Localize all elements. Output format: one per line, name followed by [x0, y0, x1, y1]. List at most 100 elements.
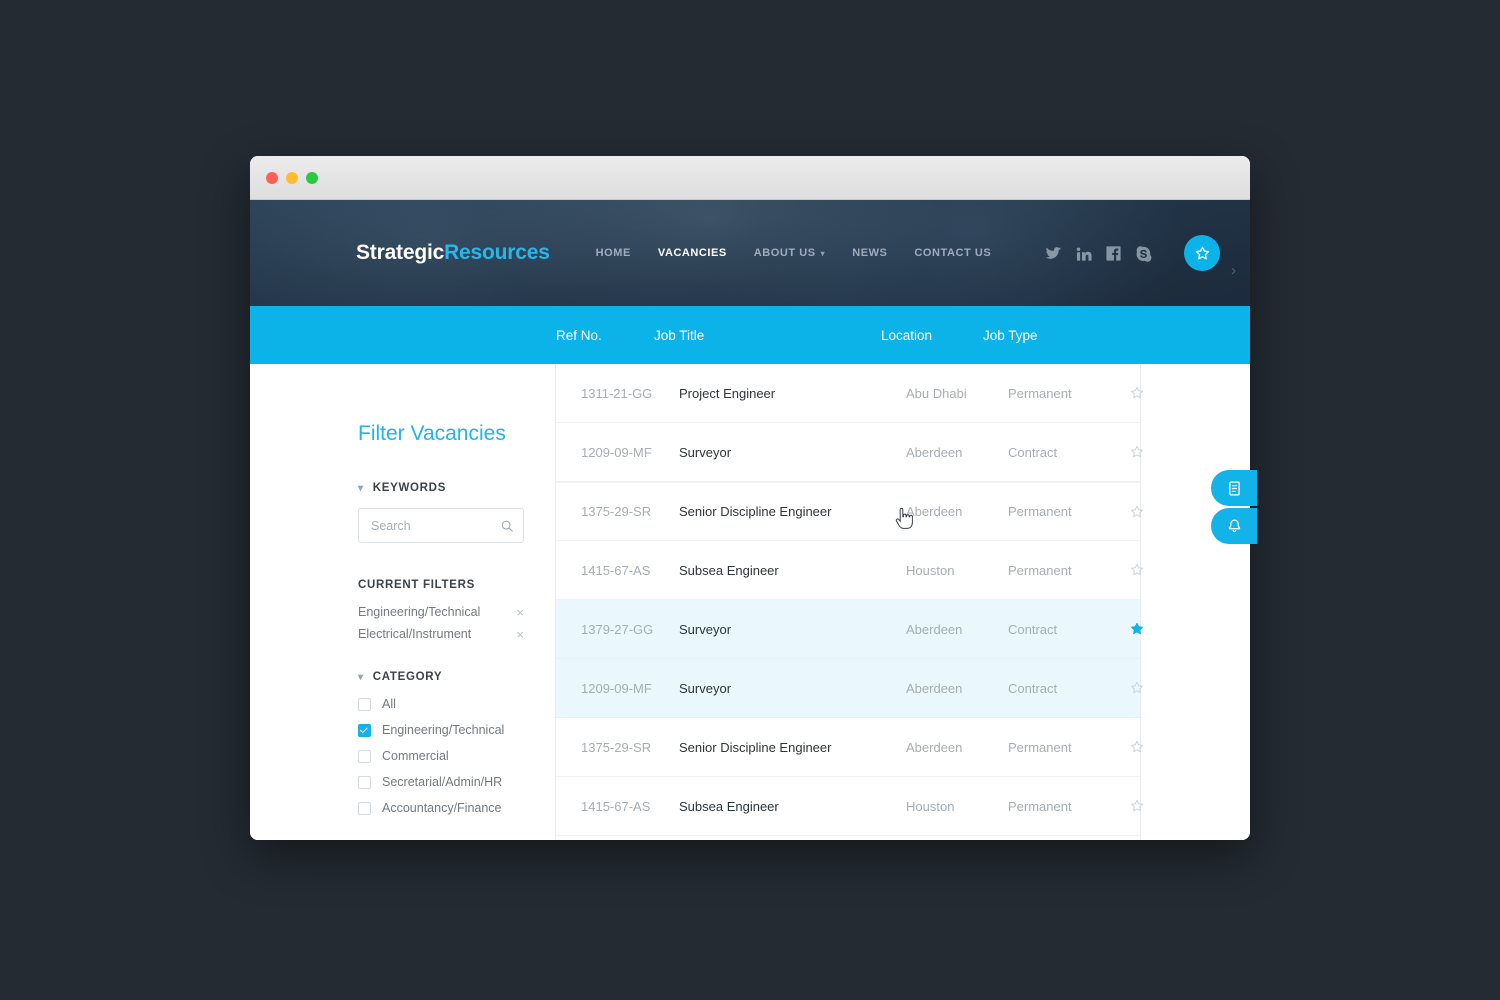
close-window-button[interactable] [266, 171, 278, 184]
favourites-button[interactable] [1184, 235, 1220, 271]
saved-jobs-tab[interactable] [1211, 470, 1257, 506]
checkbox-box[interactable] [358, 775, 371, 789]
cell-job-type: Contract [1008, 680, 1058, 696]
cell-ref-no: 1375-29-SR [581, 739, 652, 755]
cell-job-type: Permanent [1008, 385, 1072, 401]
keyword-search-box [358, 508, 524, 543]
logo-text-secondary: Resources [444, 241, 550, 264]
favourite-star-icon[interactable] [1110, 680, 1164, 696]
cell-job-title: Senior Discipline Engineer [679, 504, 832, 519]
facebook-icon[interactable] [1105, 245, 1122, 262]
site-logo[interactable]: StrategicResources [356, 241, 550, 265]
category-label: Secretarial/Admin/HR [382, 775, 503, 789]
nav-item-about-us[interactable]: ABOUT US ▾ [754, 247, 825, 259]
column-header-ref-no[interactable]: Ref No. [556, 328, 654, 343]
filter-sidebar: Filter Vacancies ▾ KEYWORDS CURRENT FILT… [250, 364, 556, 840]
twitter-icon[interactable] [1045, 245, 1062, 262]
cell-location: Aberdeen [906, 504, 963, 519]
checkbox-box[interactable] [358, 749, 371, 763]
social-links [1045, 235, 1220, 271]
cell-location: Houston [906, 562, 955, 578]
table-right-gutter [1141, 364, 1250, 840]
cell-job-title: Project Engineer [679, 385, 776, 401]
nav-label: CONTACT US [914, 247, 992, 259]
remove-filter-icon[interactable]: × [516, 606, 524, 619]
minimize-window-button[interactable] [286, 171, 298, 184]
cell-job-title: Senior Discipline Engineer [679, 739, 832, 755]
table-row[interactable]: 1415-67-AS Subsea Engineer Houston Perma… [556, 777, 1143, 836]
checkbox-box[interactable] [358, 697, 371, 711]
column-header-location[interactable]: Location [881, 328, 983, 343]
favourite-star-icon[interactable] [1110, 385, 1164, 401]
table-row[interactable]: 1375-29-SR Senior Discipline Engineer Ab… [556, 718, 1143, 777]
search-input[interactable] [359, 509, 523, 542]
favourite-star-icon[interactable] [1110, 562, 1164, 578]
cell-job-title: Subsea Engineer [679, 798, 779, 814]
main-navigation: HOME VACANCIES ABOUT US ▾ NEWS CONTACT US [596, 247, 992, 259]
column-header-job-title[interactable]: Job Title [654, 328, 881, 343]
nav-label: ABOUT US [753, 247, 816, 259]
current-filter-label: Electrical/Instrument [358, 627, 472, 641]
favourite-star-icon[interactable] [1110, 444, 1164, 460]
table-row[interactable]: 1209-09-MF Surveyor Aberdeen Contract [556, 423, 1143, 482]
skype-icon[interactable] [1135, 245, 1152, 262]
carousel-next-arrow[interactable]: › [1231, 263, 1236, 278]
category-label: All [382, 697, 396, 711]
table-row[interactable]: 1209-09-MF Surveyor Aberdeen Contract [556, 659, 1143, 718]
cell-location: Aberdeen [906, 444, 963, 460]
cell-location: Abu Dhabi [906, 385, 967, 401]
category-checkbox-commercial[interactable]: Commercial [358, 749, 555, 763]
favourite-star-icon[interactable] [1110, 739, 1164, 755]
table-row[interactable]: 1379-27-GG Surveyor Aberdeen Contract [556, 600, 1143, 659]
current-filter-label: Engineering/Technical [358, 605, 481, 619]
nav-item-home[interactable]: HOME [596, 247, 631, 259]
chevron-down-icon: ▾ [358, 671, 364, 683]
cell-location: Houston [906, 798, 955, 814]
cell-job-type: Permanent [1008, 504, 1072, 519]
category-checkbox-secretarial-admin-hr[interactable]: Secretarial/Admin/HR [358, 775, 555, 789]
maximize-window-button[interactable] [306, 171, 318, 184]
job-alerts-tab[interactable] [1211, 508, 1257, 544]
cell-job-title: Subsea Engineer [679, 562, 779, 578]
table-row[interactable]: 1311-21-GG Project Engineer Abu Dhabi Pe… [556, 364, 1143, 423]
category-label: Commercial [382, 749, 449, 763]
section-label: KEYWORDS [372, 482, 447, 494]
cell-ref-no: 1311-21-GG [581, 385, 653, 401]
chevron-down-icon: ▾ [820, 248, 826, 258]
category-checkbox-accountancy-finance[interactable]: Accountancy/Finance [358, 801, 555, 815]
section-label: CURRENT FILTERS [358, 579, 475, 591]
cell-job-title: Surveyor [679, 680, 732, 696]
favourite-star-icon[interactable] [1110, 798, 1164, 814]
current-filter-chip: Engineering/Technical × [358, 605, 524, 619]
browser-window: StrategicResources HOME VACANCIES ABOUT … [250, 156, 1250, 840]
logo-text-primary: Strategic [356, 241, 445, 264]
table-row[interactable]: 1375-29-SR Senior Discipline Engineer Ab… [556, 482, 1143, 541]
category-section-header[interactable]: ▾ CATEGORY [358, 671, 555, 683]
cell-job-type: Contract [1008, 444, 1058, 460]
checkbox-box[interactable] [358, 801, 371, 815]
category-checkbox-all[interactable]: All [358, 697, 555, 711]
filter-panel-title: Filter Vacancies [358, 422, 506, 445]
checkbox-box-checked[interactable] [358, 723, 371, 737]
search-icon[interactable] [500, 519, 514, 533]
nav-item-contact-us[interactable]: CONTACT US [914, 247, 991, 259]
category-checkbox-engineering-technical[interactable]: Engineering/Technical [358, 723, 555, 737]
cell-location: Aberdeen [906, 680, 963, 696]
floating-side-tabs [1211, 470, 1257, 546]
favourite-star-icon-active[interactable] [1110, 621, 1164, 637]
remove-filter-icon[interactable]: × [516, 628, 524, 641]
vacancy-table: 1311-21-GG Project Engineer Abu Dhabi Pe… [556, 364, 1143, 840]
column-header-job-type[interactable]: Job Type [983, 328, 1085, 343]
favourite-star-icon[interactable] [1110, 504, 1164, 520]
current-filters-heading: CURRENT FILTERS [358, 579, 555, 591]
chevron-down-icon: ▾ [358, 482, 364, 494]
cell-ref-no: 1209-09-MF [581, 444, 652, 460]
nav-item-news[interactable]: NEWS [852, 247, 887, 259]
table-row[interactable]: 1415-67-AS Subsea Engineer Houston Perma… [556, 541, 1143, 600]
nav-item-vacancies[interactable]: VACANCIES [658, 247, 727, 259]
cell-job-type: Permanent [1008, 739, 1072, 755]
category-label: Accountancy/Finance [382, 801, 502, 815]
cell-job-type: Contract [1008, 621, 1058, 637]
keywords-section-header[interactable]: ▾ KEYWORDS [358, 482, 555, 494]
linkedin-icon[interactable] [1075, 245, 1092, 262]
